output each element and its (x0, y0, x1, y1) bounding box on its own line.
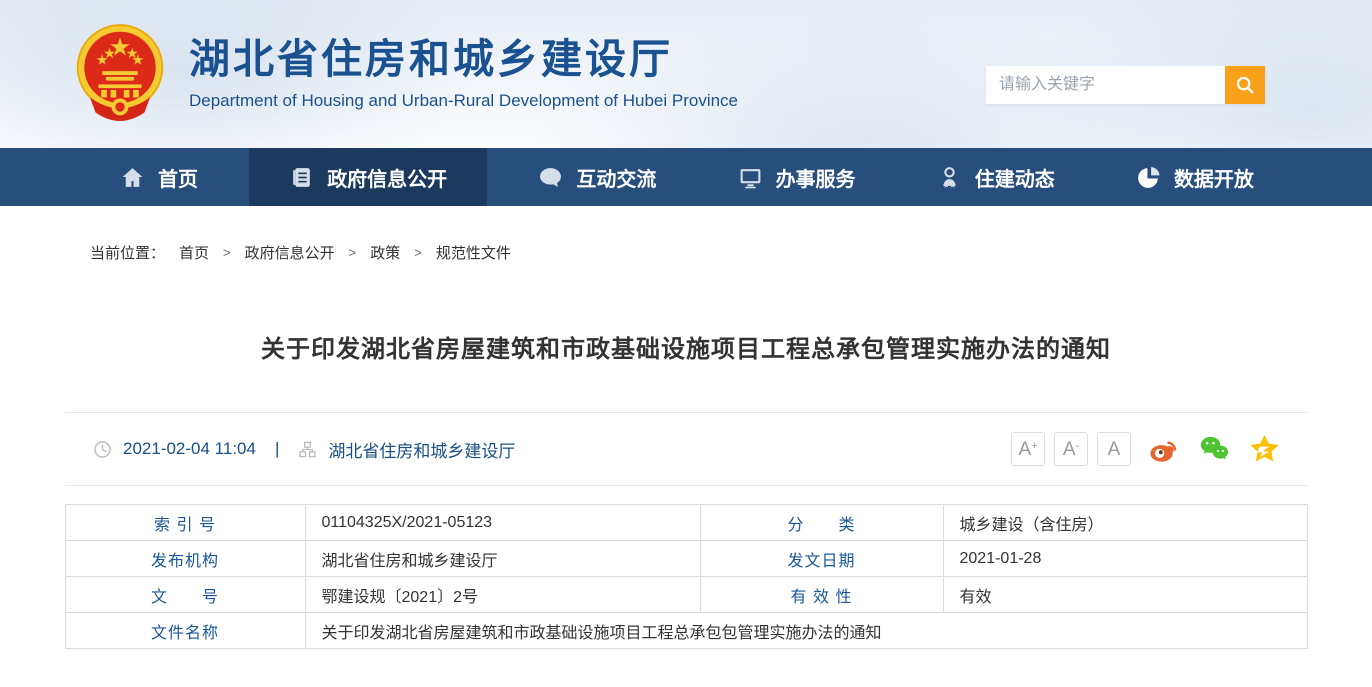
doc-number-label: 文 号 (65, 577, 305, 613)
article-meta-bar: 2021-02-04 11:04 | 湖北省住房和城乡建设厅 A+ A- A (65, 412, 1307, 486)
category-value: 城乡建设（含住房） (943, 505, 1307, 541)
search-input[interactable] (986, 66, 1225, 104)
nav-item-label: 数据开放 (1174, 163, 1254, 192)
breadcrumb: 当前位置： 首页 > 政府信息公开 > 政策 > 规范性文件 (90, 242, 1372, 263)
breadcrumb-separator: > (349, 245, 357, 260)
table-row: 文 号 鄂建设规〔2021〕2号 有 效 性 有效 (65, 577, 1307, 613)
publish-datetime: 2021-02-04 11:04 (123, 439, 256, 459)
nav-item-home[interactable]: 首页 (90, 148, 228, 206)
site-subtitle: Department of Housing and Urban-Rural De… (189, 91, 738, 111)
breadcrumb-item-home[interactable]: 首页 (179, 242, 209, 263)
chat-icon (538, 165, 563, 190)
pie-chart-icon (1136, 165, 1161, 190)
monitor-icon (738, 165, 763, 190)
breadcrumb-item-policy[interactable]: 政策 (370, 242, 400, 263)
category-label: 分 类 (700, 505, 943, 541)
wechat-icon (1198, 433, 1231, 466)
nav-item-label: 办事服务 (776, 163, 856, 192)
site-title: 湖北省住房和城乡建设厅 (189, 37, 738, 82)
search-button[interactable] (1225, 66, 1265, 104)
issuing-agency-label: 发布机构 (65, 541, 305, 577)
issue-date-label: 发文日期 (700, 541, 943, 577)
nav-item-label: 政府信息公开 (327, 163, 447, 192)
qzone-star-icon (1248, 433, 1281, 466)
breadcrumb-separator: > (223, 245, 231, 260)
document-icon (289, 165, 314, 190)
doc-number-value: 鄂建设规〔2021〕2号 (305, 577, 700, 613)
publish-source: 湖北省住房和城乡建设厅 (328, 437, 515, 462)
index-number-label: 索 引 号 (65, 505, 305, 541)
share-weibo-button[interactable] (1148, 433, 1181, 466)
organization-icon (298, 440, 317, 459)
font-increase-button[interactable]: A+ (1011, 432, 1045, 466)
table-row: 索 引 号 01104325X/2021-05123 分 类 城乡建设（含住房） (65, 505, 1307, 541)
validity-label: 有 效 性 (700, 577, 943, 613)
main-nav: 首页 政府信息公开 互动交流 办事服务 (0, 148, 1372, 206)
clock-icon (93, 440, 112, 459)
page-title: 关于印发湖北省房屋建筑和市政基础设施项目工程总承包管理实施办法的通知 (0, 329, 1372, 364)
font-reset-button[interactable]: A (1097, 432, 1131, 466)
search-icon (1234, 74, 1256, 96)
file-name-label: 文件名称 (65, 613, 305, 649)
breadcrumb-item-gov-info[interactable]: 政府信息公开 (245, 242, 335, 263)
site-header: 湖北省住房和城乡建设厅 Department of Housing and Ur… (0, 0, 1372, 148)
nav-item-label: 首页 (158, 163, 198, 192)
share-wechat-button[interactable] (1198, 433, 1231, 466)
breadcrumb-separator: > (414, 245, 422, 260)
file-name-value: 关于印发湖北省房屋建筑和市政基础设施项目工程总承包包管理实施办法的通知 (305, 613, 1307, 649)
meta-separator: | (275, 439, 279, 459)
person-badge-icon (937, 165, 962, 190)
nav-item-label: 互动交流 (576, 163, 656, 192)
home-icon (120, 165, 145, 190)
nav-item-gov-info[interactable]: 政府信息公开 (249, 148, 487, 206)
search-bar (986, 66, 1265, 104)
national-emblem-logo (73, 22, 167, 126)
table-row: 发布机构 湖北省住房和城乡建设厅 发文日期 2021-01-28 (65, 541, 1307, 577)
breadcrumb-item-normative-docs[interactable]: 规范性文件 (436, 242, 511, 263)
table-row: 文件名称 关于印发湖北省房屋建筑和市政基础设施项目工程总承包包管理实施办法的通知 (65, 613, 1307, 649)
nav-item-data[interactable]: 数据开放 (1106, 148, 1284, 206)
nav-item-news[interactable]: 住建动态 (907, 148, 1085, 206)
breadcrumb-prefix: 当前位置： (90, 242, 165, 263)
nav-item-label: 住建动态 (975, 163, 1055, 192)
document-info-table: 索 引 号 01104325X/2021-05123 分 类 城乡建设（含住房）… (65, 504, 1308, 649)
font-decrease-button[interactable]: A- (1054, 432, 1088, 466)
validity-value: 有效 (943, 577, 1307, 613)
index-number-value: 01104325X/2021-05123 (305, 505, 700, 541)
issue-date-value: 2021-01-28 (943, 541, 1307, 577)
nav-item-interaction[interactable]: 互动交流 (508, 148, 686, 206)
issuing-agency-value: 湖北省住房和城乡建设厅 (305, 541, 700, 577)
weibo-icon (1148, 433, 1181, 466)
share-qzone-button[interactable] (1248, 433, 1281, 466)
nav-item-services[interactable]: 办事服务 (708, 148, 886, 206)
